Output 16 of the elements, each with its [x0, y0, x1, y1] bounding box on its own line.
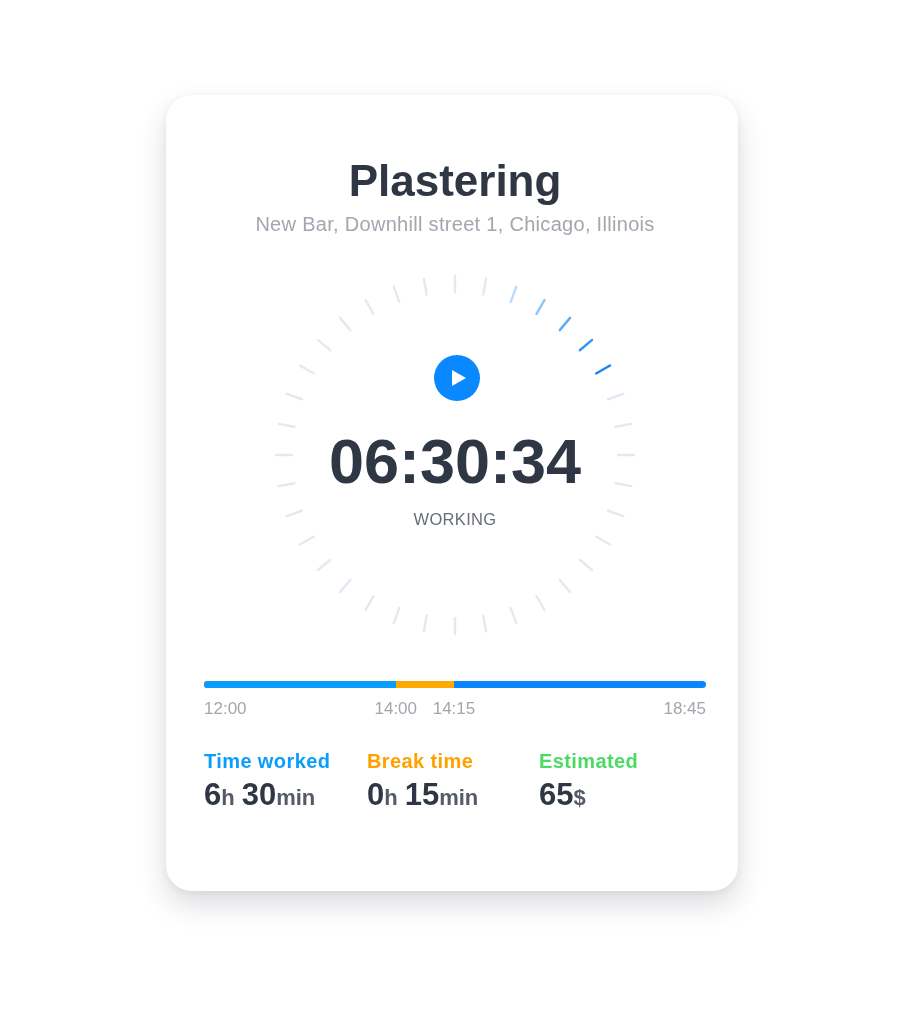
timer-display: 06:30:34 — [328, 429, 582, 493]
timeline-time-label: 14:15 — [432, 698, 476, 720]
stat-label: Estimated — [539, 749, 639, 773]
play-icon — [452, 370, 466, 386]
job-title: Plastering — [348, 155, 562, 207]
stat-value: 0h 15min — [367, 777, 479, 814]
timeline-time-label: 18:45 — [663, 698, 706, 720]
stat-value: 6h 30min — [204, 777, 316, 814]
timeline-time-label: 12:00 — [204, 698, 247, 720]
timer-status: WORKING — [413, 509, 497, 529]
job-address: New Bar, Downhill street 1, Chicago, Illinois — [255, 212, 655, 236]
stat-label: Break time — [367, 749, 474, 773]
timeline-time-label: 14:00 — [374, 698, 417, 720]
stat-value: 65$ — [539, 777, 586, 814]
play-button[interactable] — [434, 355, 480, 401]
stat-label: Time worked — [204, 749, 331, 773]
